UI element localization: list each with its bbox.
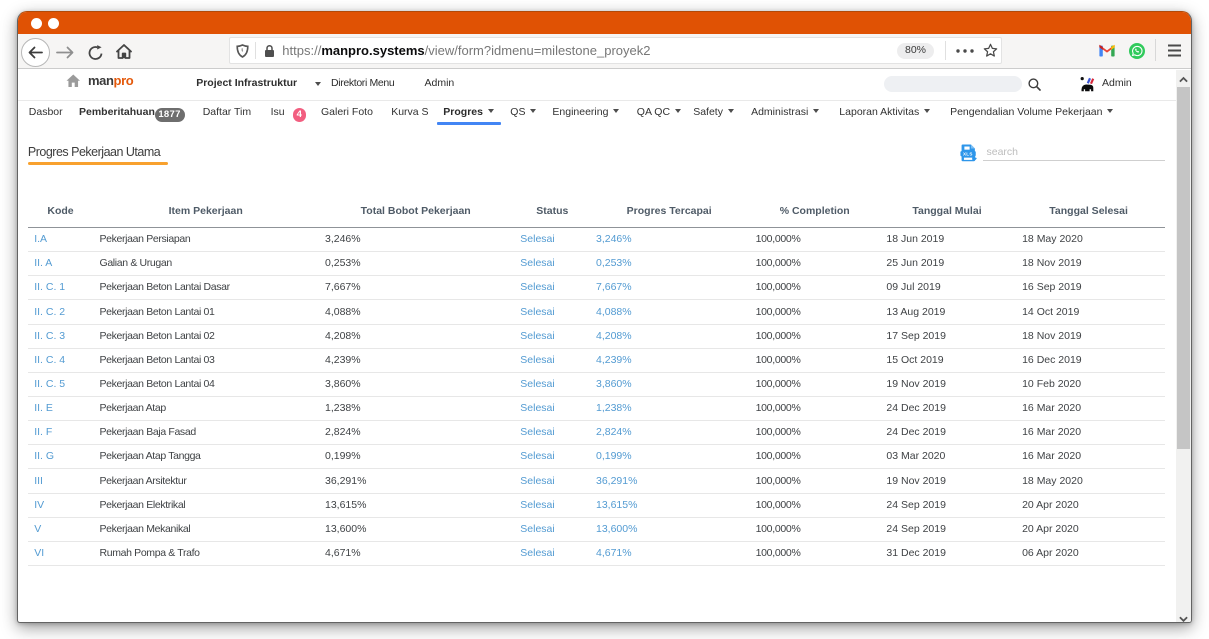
svg-text:XLS: XLS	[963, 151, 973, 156]
